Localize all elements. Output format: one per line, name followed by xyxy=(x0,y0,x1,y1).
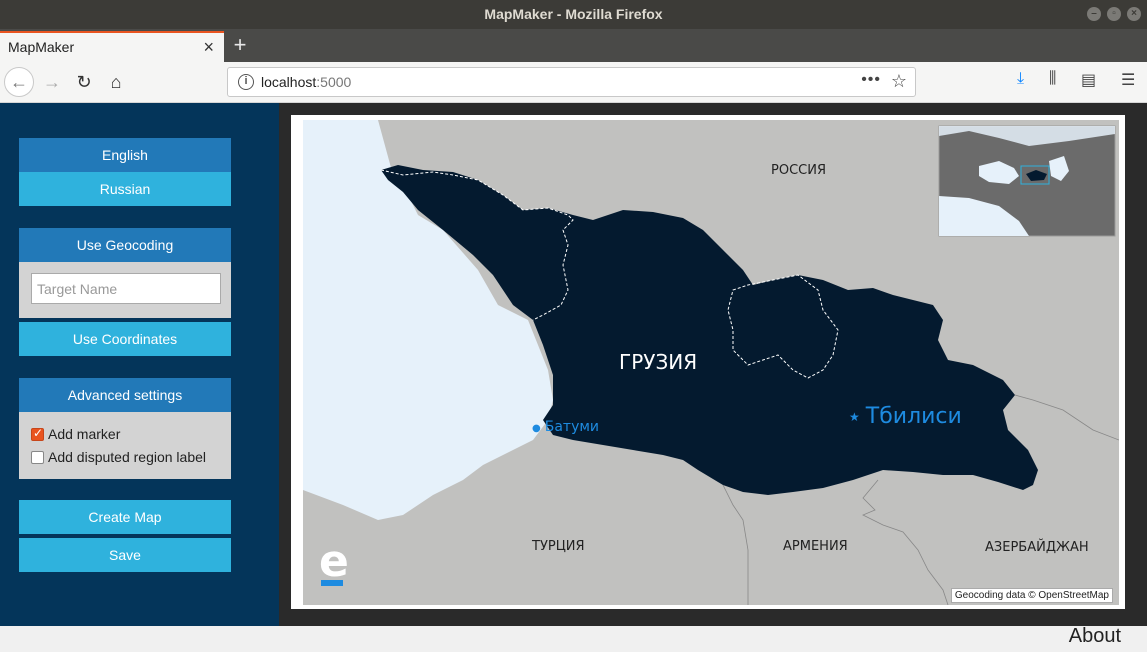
map-frame: РОССИЯ ГРУЗИЯ ● Батуми ★ Тбилиси ТУРЦИЯ АР… xyxy=(291,115,1125,609)
add-marker-row[interactable]: Add marker xyxy=(31,426,120,442)
url-bar[interactable]: i localhost:5000 ••• ☆ xyxy=(227,67,916,97)
tbilisi-label: ★ Тбилиси xyxy=(849,404,962,429)
tbilisi-text: Тбилиси xyxy=(865,404,962,429)
armenia-azerbaijan-border xyxy=(862,479,949,605)
add-disputed-label: Add disputed region label xyxy=(48,449,207,465)
batumi-dot-icon: ● xyxy=(532,423,541,434)
window-title: MapMaker - Mozilla Firefox xyxy=(484,6,663,22)
add-marker-checkbox[interactable] xyxy=(31,426,44,441)
map-attribution[interactable]: Geocoding data © OpenStreetMap xyxy=(950,588,1113,603)
advanced-settings-panel: Add marker Add disputed region label xyxy=(19,412,231,479)
downloads-icon[interactable]: ⤓ xyxy=(1017,70,1024,88)
library-icon[interactable]: ⫼ xyxy=(1049,70,1056,88)
tab-mapmaker[interactable]: MapMaker × xyxy=(0,31,224,62)
close-window-icon[interactable]: × xyxy=(1127,7,1141,21)
forward-icon[interactable]: → xyxy=(38,68,66,96)
save-button[interactable]: Save xyxy=(19,538,231,572)
navigation-bar: ← → ↻ ⌂ i localhost:5000 ••• ☆ ⤓ ⫼ ▤ ☰ xyxy=(0,62,1147,103)
reload-icon[interactable]: ↻ xyxy=(70,68,98,96)
home-icon[interactable]: ⌂ xyxy=(102,68,130,96)
add-disputed-row[interactable]: Add disputed region label xyxy=(31,449,206,465)
turkey-label: ТУРЦИЯ xyxy=(532,539,585,554)
back-icon[interactable]: ← xyxy=(4,67,34,97)
footer: About xyxy=(0,625,1147,652)
tab-close-icon[interactable]: × xyxy=(203,33,214,61)
map-canvas[interactable]: РОССИЯ ГРУЗИЯ ● Батуми ★ Тбилиси ТУРЦИЯ АР… xyxy=(303,120,1119,605)
new-tab-icon[interactable]: + xyxy=(230,31,250,61)
minimize-icon[interactable]: – xyxy=(1087,7,1101,21)
create-map-button[interactable]: Create Map xyxy=(19,500,231,534)
turkey-armenia-border xyxy=(722,484,749,605)
page-actions-icon[interactable]: ••• xyxy=(861,71,881,89)
add-marker-label: Add marker xyxy=(48,426,121,442)
tab-title: MapMaker xyxy=(8,39,75,55)
window-titlebar: MapMaker - Mozilla Firefox – ▫ × xyxy=(0,0,1147,29)
sidebar-icon[interactable]: ▤ xyxy=(1081,70,1096,90)
page-content: English Russian Use Geocoding Use Coordi… xyxy=(0,103,1147,626)
geocoding-panel xyxy=(19,262,231,318)
menu-icon[interactable]: ☰ xyxy=(1121,70,1135,90)
use-geocoding-button[interactable]: Use Geocoding xyxy=(19,228,231,262)
batumi-label: ● Батуми xyxy=(532,419,599,435)
russian-button[interactable]: Russian xyxy=(19,172,231,206)
batumi-text: Батуми xyxy=(544,419,600,435)
bookmark-star-icon[interactable]: ☆ xyxy=(891,71,907,92)
maximize-icon[interactable]: ▫ xyxy=(1107,7,1121,21)
sidebar: English Russian Use Geocoding Use Coordi… xyxy=(0,103,279,626)
url-text[interactable]: localhost:5000 xyxy=(261,74,351,90)
site-info-icon[interactable]: i xyxy=(238,74,254,90)
russia-azerbaijan-border xyxy=(1014,394,1119,441)
use-coordinates-button[interactable]: Use Coordinates xyxy=(19,322,231,356)
url-host: localhost xyxy=(261,74,317,90)
logo-icon: e xyxy=(319,536,349,587)
inset-map xyxy=(938,125,1116,237)
capital-star-icon: ★ xyxy=(849,410,860,424)
azerbaijan-label: АЗЕРБАЙДЖАН xyxy=(985,540,1089,555)
about-link[interactable]: About xyxy=(1069,625,1121,648)
english-button[interactable]: English xyxy=(19,138,231,172)
advanced-settings-button[interactable]: Advanced settings xyxy=(19,378,231,412)
url-port: :5000 xyxy=(316,74,352,90)
tab-bar: MapMaker × + xyxy=(0,29,1147,62)
georgia-label: ГРУЗИЯ xyxy=(619,350,698,374)
armenia-label: АРМЕНИЯ xyxy=(783,539,848,554)
map-svg xyxy=(303,120,1119,605)
target-name-input[interactable] xyxy=(31,273,221,304)
russia-label: РОССИЯ xyxy=(771,163,826,178)
add-disputed-checkbox[interactable] xyxy=(31,450,44,464)
